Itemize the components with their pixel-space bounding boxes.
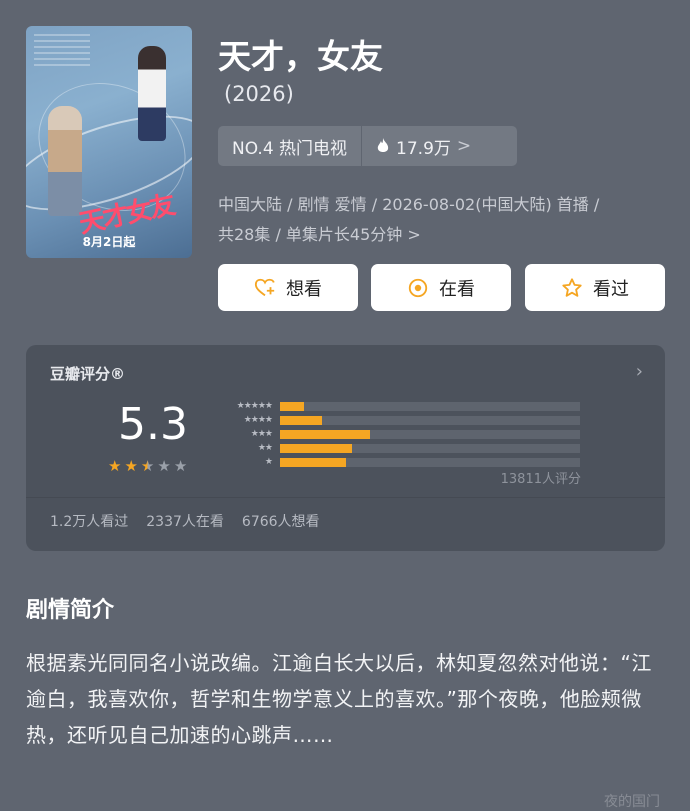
rating-bar-row: ★★ (216, 441, 580, 455)
rating-bar-fill (280, 401, 304, 411)
watched-button[interactable]: 看过 (525, 264, 665, 311)
poster-date: 8月2日起 (82, 235, 136, 249)
heart-plus-icon (254, 278, 275, 296)
show-year: (2026) (224, 82, 294, 106)
poster-credits (34, 34, 90, 68)
heat-indicator[interactable]: 17.9万 > (362, 134, 481, 159)
rating-bar-row: ★ (216, 455, 580, 469)
watched-count: 1.2万人看过 (50, 514, 129, 530)
meta-line-2: 共28集 / 单集片长45分钟 > (218, 225, 421, 244)
rating-stars: ★ ★ ★ ★ ★ (108, 457, 187, 475)
watch-stats: 1.2万人看过 2337人在看 6766人想看 (50, 511, 320, 531)
rating-bar-stars: ★★ (257, 443, 273, 453)
rating-bar-track (280, 457, 580, 467)
rating-bar-stars: ★★★★★ (236, 401, 273, 411)
synopsis-text: 根据素光同同名小说改编。江逾白长大以后，林知夏忽然对他说：“江逾白，我喜欢你，哲… (26, 651, 652, 747)
watermark: 夜的国门 (604, 794, 660, 810)
rating-star: ★ (173, 457, 188, 475)
want-to-watch-button[interactable]: 想看 (218, 264, 358, 311)
ranking-bar[interactable]: NO.4 热门电视 17.9万 > (218, 126, 517, 166)
chevron-right-icon[interactable]: › (636, 361, 643, 382)
poster-figure-girl (138, 46, 166, 141)
want-count: 6766人想看 (241, 514, 320, 530)
rating-bar-fill (280, 415, 322, 425)
want-label: 想看 (286, 278, 322, 300)
rating-bar-fill (280, 457, 346, 467)
card-divider (26, 497, 665, 498)
watching-label: 在看 (439, 278, 475, 300)
watched-label: 看过 (593, 278, 629, 300)
rating-bar-stars: ★ (264, 457, 273, 467)
rating-bar-fill (280, 429, 370, 439)
rating-score: 5.3 (118, 399, 188, 450)
rating-bar-stars: ★★★★ (243, 415, 273, 425)
rank-label: NO.4 热门电视 (232, 138, 348, 159)
show-title: 天才，女友 (218, 37, 383, 76)
rating-bar-stars: ★★★ (250, 429, 273, 439)
heat-value: 17.9万 (396, 138, 451, 159)
rating-bar-track (280, 429, 580, 439)
flame-icon (377, 138, 389, 152)
star-outline-icon (562, 277, 582, 297)
rating-bar-row: ★★★★ (216, 413, 580, 427)
rating-star: ★ (108, 457, 122, 475)
rating-bar-track (280, 415, 580, 425)
synopsis-heading: 剧情简介 (26, 598, 115, 623)
rating-bar-row: ★★★ (216, 427, 580, 441)
rating-bar-track (280, 443, 580, 453)
poster-image[interactable]: 天才女友 8月2日起 (26, 26, 192, 258)
target-icon (408, 278, 428, 297)
chevron-right-icon: > (456, 136, 472, 156)
rating-star: ★ (140, 457, 155, 475)
show-meta-info[interactable]: 中国大陆 / 剧情 爱情 / 2026-08-02(中国大陆) 首播 / 共28… (218, 190, 658, 250)
rating-star: ★ (157, 457, 171, 475)
rating-star: ★ (124, 457, 138, 475)
meta-line-1: 中国大陆 / 剧情 爱情 / 2026-08-02(中国大陆) 首播 / (218, 195, 600, 214)
rating-distribution: ★★★★★ ★★★★ ★★★ ★★ ★ (216, 399, 580, 469)
watching-count: 2337人在看 (146, 514, 224, 530)
rating-bar-fill (280, 443, 352, 453)
watching-button[interactable]: 在看 (371, 264, 511, 311)
douban-rating-card[interactable]: 豆瓣评分® › 5.3 ★ ★ ★ ★ ★ ★★★★★ ★★★★ ★★★ ★★ ★ 13811人… (26, 345, 665, 551)
rating-bar-row: ★★★★★ (216, 399, 580, 413)
rating-header: 豆瓣评分® (50, 365, 126, 383)
rating-bar-track (280, 401, 580, 411)
poster-figure-boy (48, 106, 82, 216)
rating-count: 13811人评分 (500, 472, 581, 487)
